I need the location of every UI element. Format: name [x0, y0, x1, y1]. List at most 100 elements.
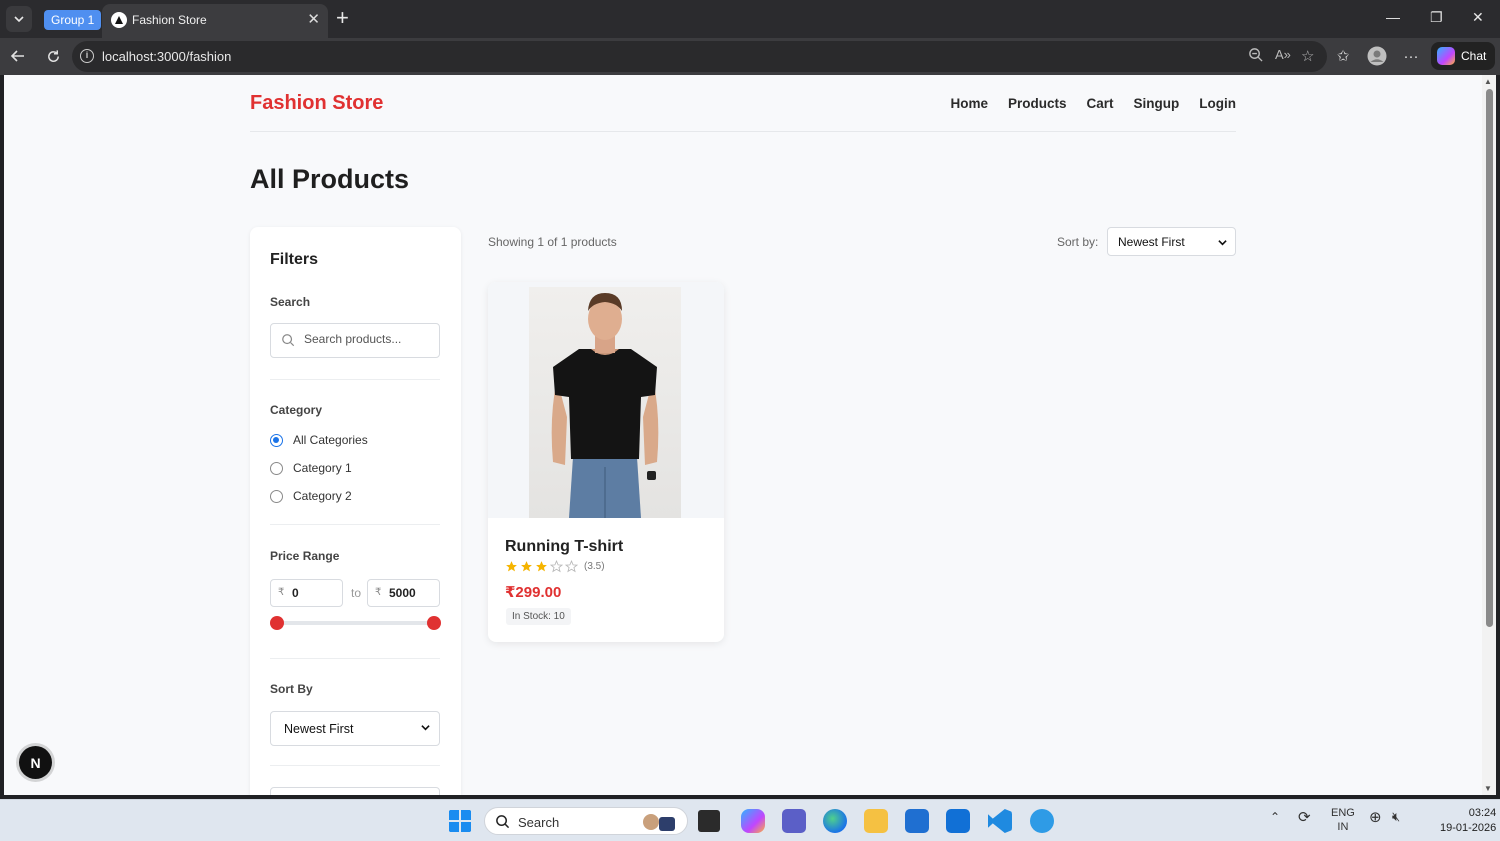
sort-select[interactable]: Newest First [1107, 227, 1236, 256]
lang-code: ENG [1331, 807, 1355, 819]
category-option-label: All Categories [293, 433, 368, 447]
window-close-icon[interactable]: ✕ [1472, 9, 1484, 26]
price-slider-track[interactable] [276, 621, 434, 625]
nav-cart[interactable]: Cart [1086, 96, 1113, 111]
file-explorer-icon[interactable] [864, 809, 888, 833]
sortby-select[interactable]: Newest First [270, 711, 440, 746]
site-info-icon[interactable]: i [80, 49, 94, 63]
price-min-input[interactable]: ₹ 0 [270, 579, 343, 607]
product-name[interactable]: Running T-shirt [505, 538, 623, 556]
clock-time: 03:24 [1468, 807, 1497, 819]
star-empty-icon [550, 560, 563, 573]
filters-title: Filters [270, 251, 319, 268]
task-view-icon[interactable] [698, 810, 720, 832]
outlook-icon[interactable] [946, 809, 970, 833]
sort-value: Newest First [1118, 235, 1185, 249]
tab-list-chevron-icon[interactable] [6, 6, 32, 32]
show-hidden-icons-chevron-icon[interactable]: ⌃ [1270, 810, 1280, 824]
radio-button[interactable] [270, 461, 283, 475]
favorite-star-icon[interactable]: ☆ [1301, 47, 1314, 65]
price-min-value: 0 [292, 586, 299, 600]
reload-icon[interactable] [43, 46, 63, 66]
read-aloud-icon[interactable]: A» [1275, 47, 1291, 62]
category-option-2[interactable]: Category 2 [270, 489, 352, 503]
restore-icon[interactable]: ❐ [1430, 9, 1443, 26]
microsoft-store-icon[interactable] [905, 809, 929, 833]
volume-muted-icon[interactable]: 🔇︎ [1392, 809, 1400, 825]
taskbar-search[interactable]: Search [484, 807, 688, 835]
minimize-icon[interactable]: — [1386, 9, 1400, 25]
browser-tab-active[interactable]: Fashion Store ✕ [102, 4, 328, 38]
price-to-label: to [351, 586, 362, 600]
sortby-value: Newest First [284, 722, 354, 736]
browser-toolbar: i localhost:3000/fashion A» ☆ ✩ ··· Chat [0, 38, 1500, 75]
address-url: localhost:3000/fashion [102, 49, 232, 64]
scroll-up-arrow-icon[interactable]: ▲ [1484, 77, 1492, 86]
search-icon [282, 334, 295, 347]
category-option-1[interactable]: Category 1 [270, 461, 352, 475]
docker-icon[interactable] [1030, 809, 1054, 833]
filter-button-partial[interactable] [270, 787, 440, 795]
search-label: Search [270, 295, 311, 309]
divider [270, 765, 440, 766]
scrollbar-thumb[interactable] [1486, 89, 1493, 627]
nav-signup[interactable]: Singup [1134, 96, 1180, 111]
input-language[interactable]: ENG IN [1331, 806, 1355, 834]
site-header: Fashion Store Home Products Cart Singup … [250, 75, 1236, 132]
product-card[interactable]: Running T-shirt (3.5) ₹299.00 In Stock: … [488, 282, 724, 642]
currency-symbol: ₹ [278, 587, 285, 598]
network-globe-icon[interactable]: ⊕ [1369, 808, 1382, 826]
profile-avatar-icon[interactable] [1367, 46, 1387, 66]
search-field [270, 323, 440, 358]
tab-close-icon[interactable]: ✕ [307, 10, 320, 28]
search-input[interactable] [304, 332, 434, 346]
tab-group-chip[interactable]: Group 1 [44, 10, 102, 30]
favorites-icon[interactable]: ✩ [1333, 46, 1353, 66]
main-nav: Home Products Cart Singup Login [950, 96, 1236, 111]
divider [270, 379, 440, 380]
results-count: Showing 1 of 1 products [488, 235, 617, 249]
price-slider-max-handle[interactable] [427, 616, 441, 630]
radio-button[interactable] [270, 489, 283, 503]
star-full-icon [521, 561, 532, 572]
teams-icon[interactable] [782, 809, 806, 833]
zoom-icon[interactable] [1248, 47, 1263, 66]
edge-icon[interactable] [823, 809, 847, 833]
more-menu-icon[interactable]: ··· [1401, 46, 1421, 66]
clock-date: 19-01-2026 [1440, 822, 1497, 834]
price-max-input[interactable]: ₹ 5000 [367, 579, 440, 607]
scroll-down-arrow-icon[interactable]: ▼ [1484, 784, 1492, 793]
radio-button[interactable] [270, 433, 283, 447]
windows-start-icon[interactable] [448, 809, 472, 833]
category-label: Category [270, 403, 323, 417]
system-clock[interactable]: 03:24 19-01-2026 [1440, 806, 1496, 836]
price-slider-min-handle[interactable] [270, 616, 284, 630]
sync-icon[interactable]: ⟳ [1298, 808, 1311, 826]
nextjs-dev-badge[interactable]: N [19, 746, 52, 779]
chat-label: Chat [1461, 49, 1487, 63]
price-range-label: Price Range [270, 549, 340, 563]
brand-logo[interactable]: Fashion Store [250, 92, 383, 115]
taskbar-search-label: Search [518, 815, 560, 830]
page-scrollbar[interactable]: ▲ ▼ [1482, 75, 1496, 795]
nav-products[interactable]: Products [1008, 96, 1067, 111]
sort-label: Sort by: [1057, 235, 1099, 249]
vscode-icon[interactable] [988, 809, 1012, 833]
category-option-all[interactable]: All Categories [270, 433, 368, 447]
new-tab-plus-icon[interactable]: + [336, 7, 349, 29]
copilot-icon [1437, 47, 1455, 65]
back-arrow-icon[interactable] [8, 46, 28, 66]
copilot-chat-button[interactable]: Chat [1431, 42, 1495, 70]
nav-home[interactable]: Home [950, 96, 988, 111]
address-bar[interactable]: i localhost:3000/fashion A» ☆ [72, 41, 1327, 72]
product-rating: (3.5) [505, 560, 605, 573]
divider [270, 658, 440, 659]
product-price: ₹299.00 [505, 584, 562, 601]
sortby-label: Sort By [270, 682, 313, 696]
category-option-label: Category 1 [293, 461, 352, 475]
star-empty-icon [565, 560, 578, 573]
nav-login[interactable]: Login [1199, 96, 1236, 111]
product-image[interactable] [529, 287, 681, 518]
copilot-app-icon[interactable] [741, 809, 765, 833]
site-favicon-icon [111, 12, 127, 28]
